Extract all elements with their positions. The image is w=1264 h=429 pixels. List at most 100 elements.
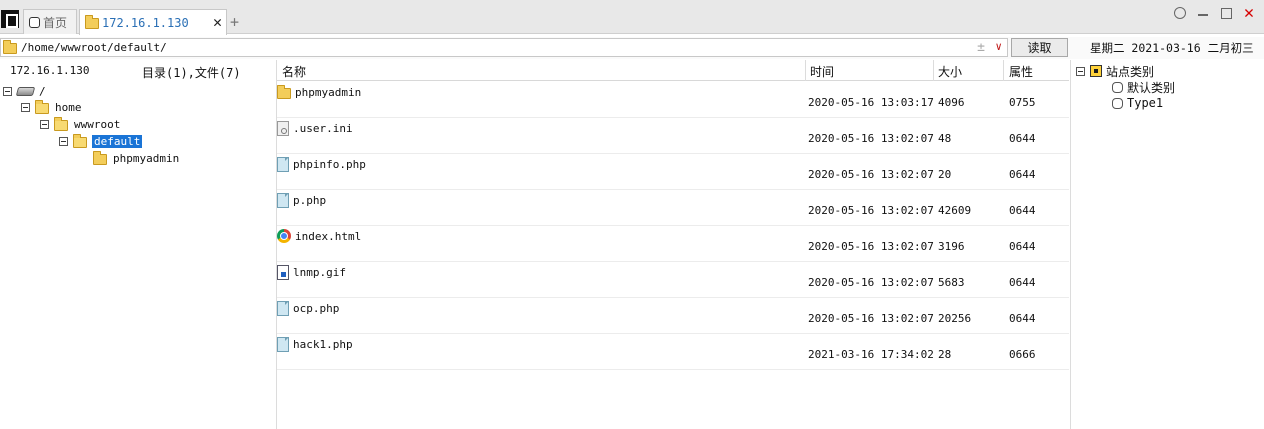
path-input[interactable]: /home/wwwroot/default/ ± ∨ [0, 38, 1008, 57]
file-name: lnmp.gif [293, 265, 346, 279]
file-name: .user.ini [293, 121, 353, 135]
column-header: 名称 时间 大小 属性 [277, 60, 1069, 81]
tab-home[interactable]: 首页 [23, 9, 77, 34]
table-row[interactable]: hack1.php 2021-03-16 17:34:02 28 0666 [277, 334, 1069, 370]
collapse-toggle-icon[interactable] [40, 119, 49, 129]
chevron-down-icon[interactable]: ∨ [995, 40, 1002, 53]
file-attr: 0644 [1009, 132, 1036, 145]
tab-server-label: 172.16.1.130 [102, 15, 189, 30]
file-name: p.php [293, 193, 327, 207]
close-window-icon[interactable]: ✕ [1242, 3, 1256, 23]
table-row[interactable]: p.php 2020-05-16 13:02:07 42609 0644 [277, 190, 1069, 226]
tree-label: phpmyadmin [113, 151, 180, 165]
tab-bar: 首页 172.16.1.130 ✕ + ✕ [0, 0, 1264, 35]
image-file-icon [277, 264, 289, 280]
folder-open-icon [54, 116, 68, 131]
collapse-toggle-icon[interactable] [21, 102, 30, 112]
file-time: 2020-05-16 13:03:17 [808, 96, 934, 109]
file-attr: 0644 [1009, 276, 1036, 289]
category-item[interactable]: 默认类别 [1112, 79, 1175, 95]
site-category-panel: 站点类别 默认类别 Type1 [1071, 60, 1264, 429]
table-row[interactable]: .user.ini 2020-05-16 13:02:07 48 0644 [277, 118, 1069, 154]
folder-open-icon [35, 99, 49, 114]
tree-label: / [39, 84, 46, 98]
settings-file-icon [277, 120, 289, 136]
file-size: 3196 [938, 240, 965, 253]
collapse-toggle-icon[interactable] [1076, 66, 1085, 76]
file-attr: 0644 [1009, 168, 1036, 181]
tree-item-home[interactable]: home [21, 99, 82, 115]
directory-tree-panel: 172.16.1.130 目录(1),文件(7) / home wwwroot … [0, 60, 276, 429]
server-ip: 172.16.1.130 [10, 64, 90, 77]
file-size: 48 [938, 132, 952, 145]
table-row[interactable]: phpinfo.php 2020-05-16 13:02:07 20 0644 [277, 154, 1069, 190]
file-attr: 0755 [1009, 96, 1036, 109]
tree-item-default[interactable]: default [59, 133, 143, 149]
file-attr: 0644 [1009, 204, 1036, 217]
file-size: 20 [938, 168, 952, 181]
column-separator[interactable] [805, 60, 806, 81]
column-size[interactable]: 大小 [938, 63, 962, 80]
file-time: 2020-05-16 13:02:07 [808, 312, 934, 325]
file-size: 5683 [938, 276, 965, 289]
tab-server[interactable]: 172.16.1.130 ✕ [79, 9, 227, 35]
file-time: 2020-05-16 13:02:07 [808, 240, 934, 253]
table-row[interactable]: lnmp.gif 2020-05-16 13:02:07 5683 0644 [277, 262, 1069, 298]
file-size: 42609 [938, 204, 972, 217]
date-display: 星期二 2021-03-16 二月初三 [1090, 41, 1254, 55]
file-name: phpinfo.php [293, 157, 366, 171]
file-time: 2020-05-16 13:02:07 [808, 168, 934, 181]
file-name: phpmyadmin [295, 85, 362, 99]
tab-home-label: 首页 [43, 15, 68, 30]
file-size: 28 [938, 348, 952, 361]
tree-label-selected: default [92, 134, 143, 148]
file-time: 2020-05-16 13:02:07 [808, 204, 934, 217]
category-label: Type1 [1127, 96, 1164, 110]
tree-label: wwwroot [74, 117, 121, 131]
column-separator[interactable] [933, 60, 934, 81]
column-time[interactable]: 时间 [810, 63, 834, 80]
tree-item-root[interactable]: / [3, 83, 46, 99]
category-root[interactable]: 站点类别 [1076, 63, 1154, 79]
circle-icon[interactable] [1173, 6, 1187, 20]
window-controls: ✕ [1173, 3, 1256, 23]
collapse-toggle-icon[interactable] [3, 86, 12, 96]
table-row[interactable]: phpmyadmin 2020-05-16 13:03:17 4096 0755 [277, 82, 1069, 118]
file-attr: 0666 [1009, 348, 1036, 361]
document-icon [277, 336, 289, 352]
app-logo-icon [1, 10, 19, 28]
table-row[interactable]: ocp.php 2020-05-16 13:02:07 20256 0644 [277, 298, 1069, 334]
column-separator[interactable] [1003, 60, 1004, 81]
tree-header: 172.16.1.130 目录(1),文件(7) [0, 60, 276, 81]
tree-item-phpmyadmin[interactable]: phpmyadmin [93, 150, 179, 166]
file-time: 2020-05-16 13:02:07 [808, 276, 934, 289]
file-size: 20256 [938, 312, 972, 325]
add-tab-button[interactable]: + [230, 13, 239, 31]
document-icon [277, 192, 289, 208]
collapse-toggle-icon[interactable] [59, 136, 68, 146]
drive-icon [15, 86, 36, 96]
folder-open-icon [73, 133, 87, 148]
maximize-icon[interactable] [1219, 6, 1233, 20]
file-list-panel: 名称 时间 大小 属性 phpmyadmin 2020-05-16 13:03:1… [277, 60, 1069, 429]
category-label: 默认类别 [1127, 80, 1176, 95]
read-button[interactable]: 读取 [1011, 38, 1068, 57]
table-row[interactable]: index.html 2020-05-16 13:02:07 3196 0644 [277, 226, 1069, 262]
file-name: index.html [295, 229, 362, 243]
plus-minus-icon[interactable]: ± [977, 40, 985, 55]
tree-label: home [55, 100, 82, 114]
site-category-icon [1090, 65, 1102, 77]
file-size: 4096 [938, 96, 965, 109]
item-count: 目录(1),文件(7) [142, 66, 241, 80]
document-icon [277, 300, 289, 316]
tree-item-wwwroot[interactable]: wwwroot [40, 116, 120, 132]
minimize-icon[interactable] [1196, 6, 1210, 20]
category-node-icon [1112, 81, 1123, 93]
home-tab-icon [29, 16, 40, 28]
file-name: hack1.php [293, 337, 353, 351]
column-attr[interactable]: 属性 [1009, 63, 1033, 80]
column-name[interactable]: 名称 [282, 63, 306, 80]
address-bar: /home/wwwroot/default/ ± ∨ 读取 星期二 2021-0… [0, 37, 1264, 59]
close-tab-icon[interactable]: ✕ [213, 13, 222, 31]
category-item[interactable]: Type1 [1112, 95, 1163, 111]
